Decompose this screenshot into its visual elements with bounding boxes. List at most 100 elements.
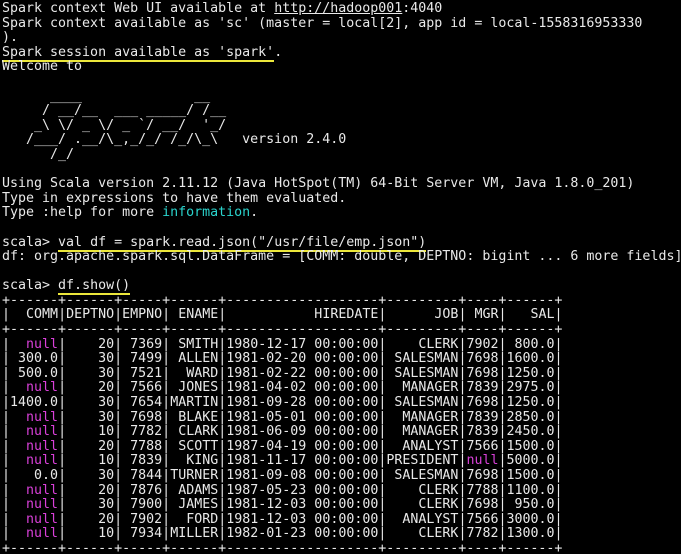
- cell-value: MANAGER: [386, 410, 458, 425]
- table-separator: |: [555, 497, 563, 512]
- table-separator: |: [555, 351, 563, 366]
- ascii-art: /_/: [2, 147, 74, 162]
- table-separator: |: [114, 483, 122, 498]
- cell-value: 1300.0: [507, 526, 555, 541]
- table-separator: |: [58, 468, 66, 483]
- cell-value: 1500.0: [507, 439, 555, 454]
- table-separator: |: [162, 380, 170, 395]
- table-row: | null| 20| 7566| JONES|1981-04-02 00:00…: [2, 381, 681, 396]
- cell-value: CLARK: [170, 424, 218, 439]
- table-separator: |: [555, 337, 563, 352]
- table-separator: |: [2, 526, 10, 541]
- cell-value: 7566: [466, 512, 498, 527]
- cell-value: SALESMAN: [386, 351, 458, 366]
- cell-value: 20: [66, 512, 114, 527]
- cell-value: KING: [170, 453, 218, 468]
- cell-value: 5000.0: [507, 453, 555, 468]
- table-separator: |: [58, 351, 66, 366]
- cell-value: 7876: [122, 483, 162, 498]
- cell-value: 30: [66, 410, 114, 425]
- cell-value: 7839: [466, 410, 498, 425]
- table-separator: |: [162, 439, 170, 454]
- cell-value: 30: [66, 497, 114, 512]
- table-separator: |: [555, 468, 563, 483]
- cell-value: 1250.0: [507, 366, 555, 381]
- null-value: null: [10, 337, 58, 352]
- cell-value: 1981-12-03 00:00:00: [226, 512, 378, 527]
- information-highlight: information: [162, 205, 250, 220]
- cell-value: 1981-02-20 00:00:00: [226, 351, 378, 366]
- cell-value: 7698: [466, 351, 498, 366]
- info-text: Type :help for more: [2, 205, 162, 220]
- terminal-line: /_/: [2, 148, 681, 163]
- table-separator: |: [114, 453, 122, 468]
- terminal-line: ).: [2, 31, 681, 46]
- table-separator: |: [498, 351, 506, 366]
- terminal-line: [2, 163, 681, 178]
- table-separator: |: [58, 512, 66, 527]
- cell-value: 7788: [122, 439, 162, 454]
- cell-value: 7698: [466, 366, 498, 381]
- null-value: null: [10, 439, 58, 454]
- table-separator: |: [498, 410, 506, 425]
- table-separator: |: [2, 453, 10, 468]
- cell-value: 7698: [122, 410, 162, 425]
- table-row: | 500.0| 30| 7521| WARD|1981-02-22 00:00…: [2, 367, 681, 382]
- cell-value: 10: [66, 424, 114, 439]
- table-separator: |: [555, 307, 563, 322]
- table-separator: |: [162, 453, 170, 468]
- cell-value: 20: [66, 483, 114, 498]
- table-separator: |: [2, 337, 10, 352]
- table-separator: |: [555, 424, 563, 439]
- terminal-line: [2, 221, 681, 236]
- cell-value: 1981-04-02 00:00:00: [226, 380, 378, 395]
- null-value: null: [10, 453, 58, 468]
- column-header: ENAME: [170, 307, 218, 322]
- cell-value: 20: [66, 439, 114, 454]
- cell-value: MANAGER: [386, 424, 458, 439]
- info-text: ).: [2, 30, 18, 45]
- cell-value: SALESMAN: [386, 395, 458, 410]
- ascii-art: / __/__ ___ _____/ /__: [2, 103, 226, 118]
- cell-value: 7902: [466, 337, 498, 352]
- table-separator: |: [114, 424, 122, 439]
- terminal-line: / __/__ ___ _____/ /__: [2, 104, 681, 119]
- table-separator: |: [162, 424, 170, 439]
- table-separator: |: [498, 337, 506, 352]
- table-border: +------+------+-----+------+------------…: [2, 293, 562, 308]
- info-text: Using Scala version 2.11.12 (Java HotSpo…: [2, 176, 634, 191]
- table-separator: |: [498, 307, 506, 322]
- null-value: null: [10, 483, 58, 498]
- cell-value: 7499: [122, 351, 162, 366]
- table-separator: |: [58, 497, 66, 512]
- scala-prompt: scala>: [2, 235, 58, 250]
- cell-value: 1400.0: [10, 395, 58, 410]
- cell-value: 7698: [466, 468, 498, 483]
- table-separator: |: [114, 497, 122, 512]
- cell-value: 10: [66, 453, 114, 468]
- welcome-text: Welcome to: [2, 59, 82, 74]
- cell-value: 2975.0: [507, 380, 555, 395]
- table-separator: |: [2, 366, 10, 381]
- terminal-line: df: org.apache.spark.sql.DataFrame = [CO…: [2, 250, 681, 265]
- null-value: null: [10, 512, 58, 527]
- web-ui-port: :4040: [402, 1, 442, 16]
- terminal: Spark context Web UI available at http:/…: [0, 0, 681, 554]
- cell-value: 30: [66, 395, 114, 410]
- web-ui-link[interactable]: http://hadoop001: [274, 1, 402, 16]
- column-header: SAL: [507, 307, 555, 322]
- table-row: | null| 20| 7902| FORD|1981-12-03 00:00:…: [2, 513, 681, 528]
- null-value: null: [10, 526, 58, 541]
- table-separator: |: [498, 453, 506, 468]
- table-separator: |: [555, 439, 563, 454]
- table-separator: |: [498, 497, 506, 512]
- cell-value: SCOTT: [170, 439, 218, 454]
- cell-value: 1500.0: [507, 468, 555, 483]
- terminal-line: scala> val df = spark.read.json("/usr/fi…: [2, 236, 681, 251]
- column-header: EMPNO: [122, 307, 162, 322]
- null-value: null: [10, 497, 58, 512]
- cell-value: 7839: [466, 424, 498, 439]
- table-separator: |: [114, 380, 122, 395]
- terminal-line: Welcome to: [2, 60, 681, 75]
- terminal-line: Spark context available as 'sc' (master …: [2, 17, 681, 32]
